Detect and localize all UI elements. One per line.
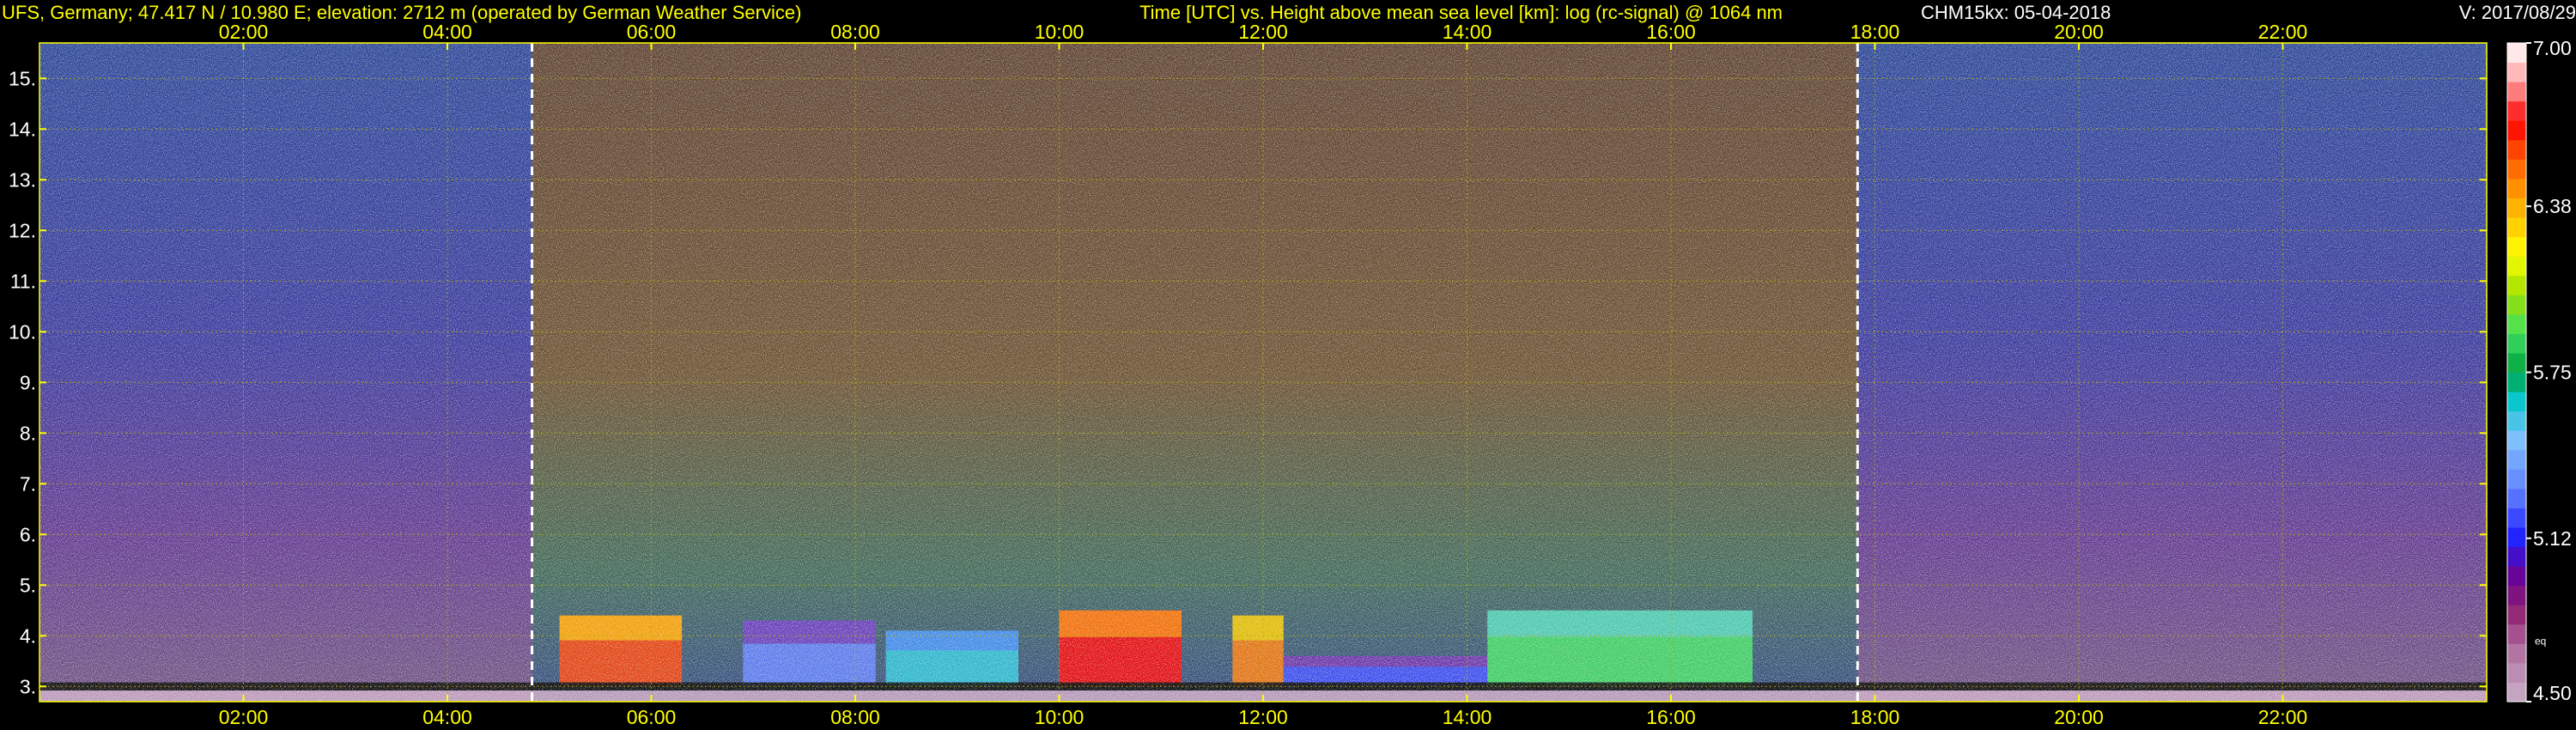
colorbar-swatch <box>2507 372 2526 392</box>
colorbar-tick-label: 6.38 <box>2533 195 2572 217</box>
x-tick-label-top: 08:00 <box>830 21 880 43</box>
x-tick-label-top: 06:00 <box>627 21 677 43</box>
colorbar-swatch <box>2507 526 2526 548</box>
y-tick-label: 4. <box>20 624 36 647</box>
colorbar-swatch <box>2507 392 2526 412</box>
colorbar-swatch <box>2507 43 2526 64</box>
x-tick-label-bottom: 20:00 <box>2054 706 2104 728</box>
y-tick-label: 11. <box>10 270 36 292</box>
colorbar-tick-label: 7.00 <box>2533 37 2572 59</box>
colorbar-swatch <box>2507 566 2526 587</box>
colorbar-eq-marker: eq <box>2535 635 2546 647</box>
x-tick-label-top: 22:00 <box>2258 21 2308 43</box>
x-tick-label-top: 10:00 <box>1035 21 1084 43</box>
x-tick-label-bottom: 14:00 <box>1443 706 1492 728</box>
colorbar-swatch <box>2507 430 2526 451</box>
colorbar-swatch <box>2507 546 2526 567</box>
colorbar-swatch <box>2507 682 2526 703</box>
colorbar-swatch <box>2507 352 2526 373</box>
colorbar-tick-label: 5.12 <box>2533 527 2572 550</box>
colorbar-swatch <box>2507 662 2526 683</box>
colorbar-swatch <box>2507 605 2526 625</box>
x-tick-label-bottom: 02:00 <box>219 706 269 728</box>
y-tick-label: 15. <box>9 67 36 89</box>
colorbar-swatch <box>2507 449 2526 470</box>
colorbar: 7.00 6.38 5.75 5.12 4.50 eq <box>2506 37 2572 704</box>
x-tick-label-top: 18:00 <box>1850 21 1900 43</box>
colorbar-swatch <box>2507 236 2526 257</box>
ceilometer-plot: UFS, Germany; 47.417 N / 10.980 E; eleva… <box>0 0 2576 730</box>
colorbar-swatch <box>2507 313 2526 334</box>
colorbar-swatch <box>2507 120 2526 141</box>
y-tick-label: 12. <box>9 219 36 241</box>
y-tick-label: 13. <box>9 168 36 191</box>
x-tick-label-bottom: 12:00 <box>1238 706 1288 728</box>
colorbar-swatch <box>2507 198 2526 218</box>
y-tick-label: 8. <box>20 422 36 444</box>
x-tick-label-top: 12:00 <box>1238 21 1288 43</box>
x-tick-label-bottom: 04:00 <box>422 706 472 728</box>
colorbar-swatch <box>2507 100 2526 121</box>
y-tick-label: 3. <box>20 675 36 697</box>
y-tick-label: 6. <box>20 523 36 545</box>
colorbar-swatch <box>2507 178 2526 198</box>
x-tick-label-bottom: 06:00 <box>627 706 677 728</box>
colorbar-swatch <box>2507 411 2526 431</box>
heatmap-chart: 02:00 02:00 04:00 04:00 06:00 06:00 08:00 08:00… <box>9 21 2572 728</box>
colorbar-swatch <box>2507 643 2526 664</box>
x-tick-label-bottom: 10:00 <box>1035 706 1084 728</box>
colorbar-swatch <box>2507 82 2526 102</box>
y-tick-label: 14. <box>9 118 36 140</box>
y-tick-label: 7. <box>20 472 36 495</box>
colorbar-swatch <box>2507 624 2526 644</box>
x-tick-label-top: 02:00 <box>219 21 269 43</box>
x-tick-label-top: 20:00 <box>2054 21 2104 43</box>
y-tick-label: 10. <box>9 320 36 343</box>
colorbar-swatch <box>2507 508 2526 528</box>
x-tick-label-bottom: 08:00 <box>830 706 880 728</box>
colorbar-tick-label: 5.75 <box>2533 362 2572 384</box>
colorbar-tick-label: 4.50 <box>2533 682 2572 704</box>
colorbar-swatch <box>2507 159 2526 179</box>
x-tick-label-top: 14:00 <box>1443 21 1492 43</box>
colorbar-swatch <box>2507 62 2526 82</box>
colorbar-swatch <box>2507 256 2526 277</box>
colorbar-swatch <box>2507 469 2526 490</box>
colorbar-swatch <box>2507 295 2526 315</box>
colorbar-swatch <box>2507 333 2526 354</box>
colorbar-swatch <box>2507 275 2526 295</box>
x-tick-label-bottom: 16:00 <box>1646 706 1696 728</box>
colorbar-swatch <box>2507 139 2526 160</box>
x-tick-label-bottom: 22:00 <box>2258 706 2308 728</box>
x-tick-label-top: 04:00 <box>422 21 472 43</box>
x-tick-label-top: 16:00 <box>1646 21 1696 43</box>
y-tick-label: 5. <box>20 574 36 596</box>
colorbar-swatch <box>2507 217 2526 238</box>
y-tick-label: 9. <box>20 371 36 393</box>
colorbar-swatch <box>2507 585 2526 605</box>
x-tick-label-bottom: 18:00 <box>1850 706 1900 728</box>
colorbar-swatch <box>2507 488 2526 508</box>
